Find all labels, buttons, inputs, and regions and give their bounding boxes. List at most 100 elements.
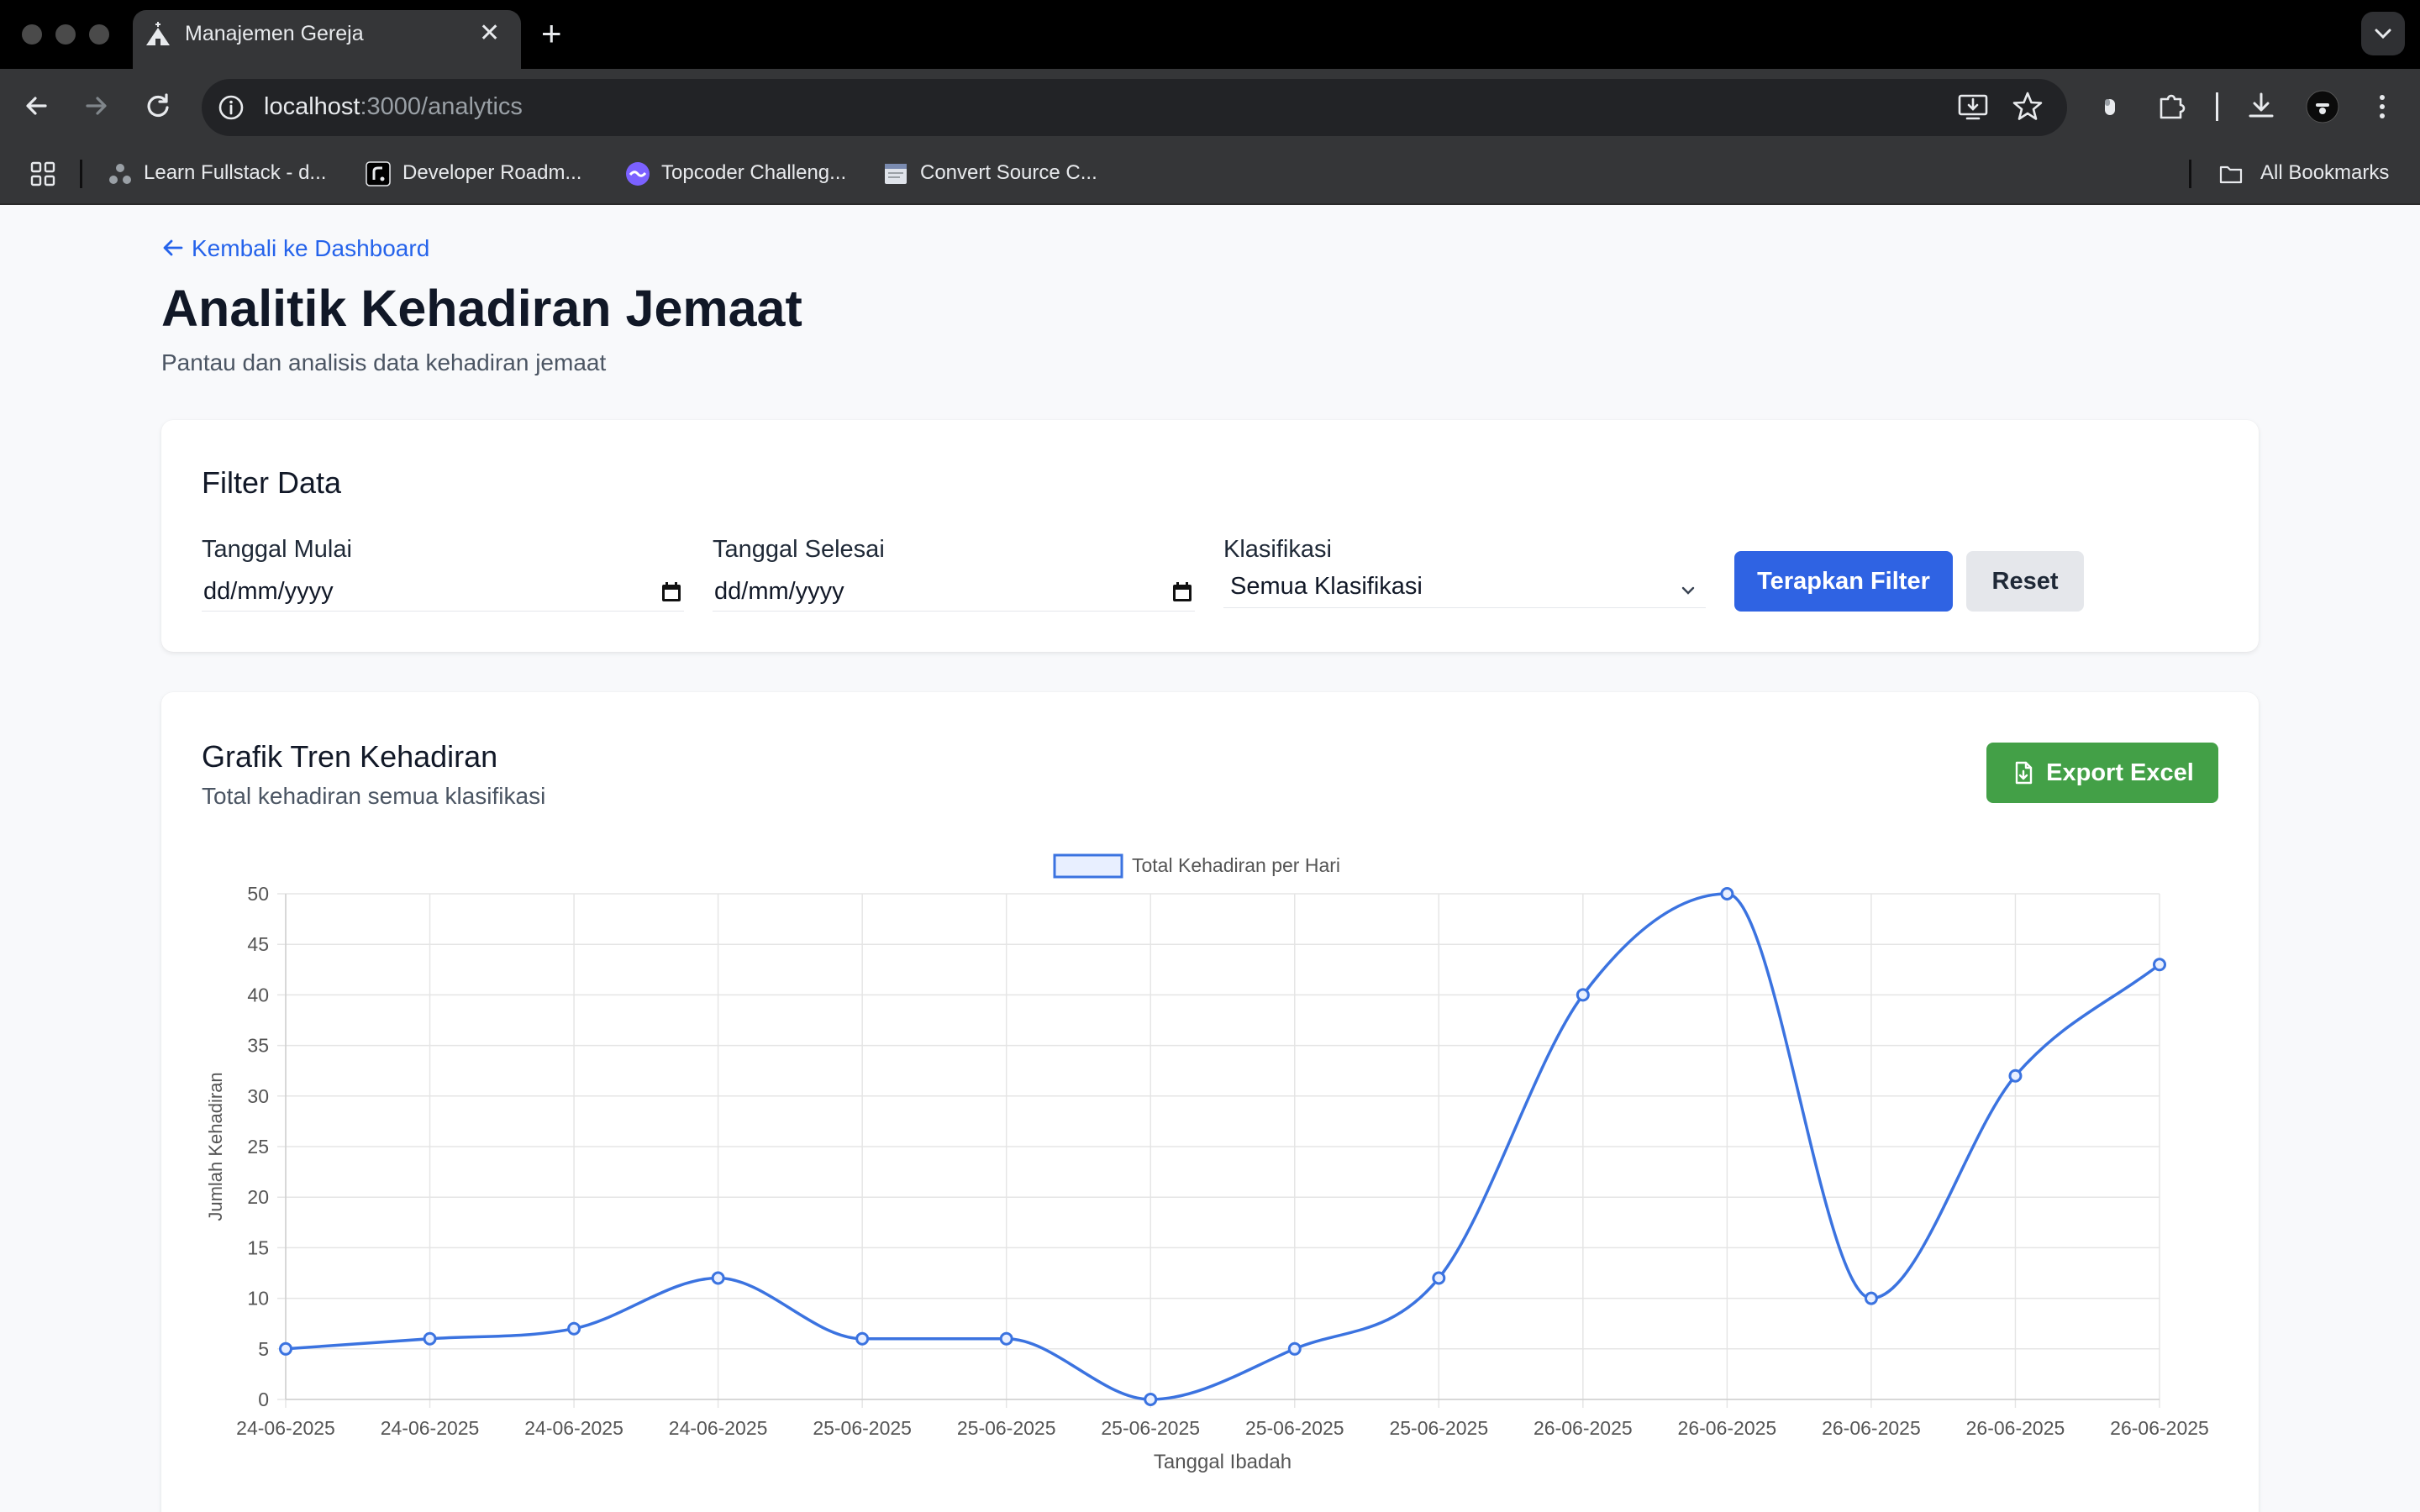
- y-tick-label: 10: [247, 1288, 269, 1310]
- x-tick-label: 25-06-2025: [1245, 1417, 1344, 1439]
- window-minimize-dot[interactable]: [55, 24, 76, 45]
- classification-value: Semua Klasifikasi: [1230, 573, 1423, 600]
- data-point[interactable]: [279, 1341, 292, 1356]
- arrow-left-icon: [163, 239, 183, 256]
- data-point[interactable]: [1432, 1271, 1446, 1285]
- site-info-icon[interactable]: [215, 92, 247, 123]
- export-excel-label: Export Excel: [2046, 759, 2194, 786]
- bookmark-learn-fullstack[interactable]: Learn Fullstack - d...: [144, 161, 326, 185]
- data-point[interactable]: [1720, 887, 1734, 900]
- bookmarks-bar: [0, 144, 2420, 205]
- page-subtitle: Pantau dan analisis data kehadiran jemaa…: [161, 349, 607, 375]
- url-text[interactable]: localhost:3000/analytics: [264, 93, 523, 121]
- start-date-input[interactable]: dd/mm/yyyy: [202, 575, 684, 612]
- extensions-puzzle-icon[interactable]: [2154, 89, 2190, 124]
- bookmark-convert-source[interactable]: Convert Source C...: [920, 161, 1097, 185]
- forward-arrow-icon[interactable]: [74, 84, 118, 128]
- end-date-input[interactable]: dd/mm/yyyy: [713, 575, 1195, 612]
- y-tick-label: 35: [247, 1035, 269, 1057]
- data-point[interactable]: [1864, 1291, 1878, 1305]
- x-tick-label: 26-06-2025: [1966, 1417, 2065, 1439]
- back-link-label: Kembali ke Dashboard: [192, 235, 430, 261]
- chart-title: Grafik Tren Kehadiran: [202, 739, 498, 774]
- all-bookmarks[interactable]: All Bookmarks: [2260, 161, 2389, 185]
- tab-close-icon[interactable]: ✕: [479, 18, 500, 48]
- start-date-label: Tanggal Mulai: [202, 536, 352, 563]
- classification-label: Klasifikasi: [1223, 536, 1332, 563]
- calendar-icon[interactable]: [660, 581, 682, 603]
- x-tick-label: 24-06-2025: [669, 1417, 768, 1439]
- data-point[interactable]: [423, 1331, 437, 1346]
- fullstack-favicon-icon: [109, 164, 131, 184]
- bookmarks-divider: [80, 160, 82, 188]
- x-tick-label: 25-06-2025: [957, 1417, 1056, 1439]
- x-tick-label: 24-06-2025: [236, 1417, 335, 1439]
- browser-tab-strip: Manajemen Gereja ✕ +: [0, 0, 2420, 69]
- x-tick-label: 26-06-2025: [1822, 1417, 1921, 1439]
- file-export-icon: [2015, 761, 2033, 785]
- bookmark-developer-roadmap[interactable]: Developer Roadm...: [402, 161, 581, 185]
- back-arrow-icon[interactable]: [15, 84, 59, 128]
- start-date-value: dd/mm/yyyy: [203, 578, 334, 605]
- bookmarks-divider-right: [2189, 160, 2191, 188]
- chevron-down-icon: [2375, 29, 2391, 39]
- profile-avatar-icon[interactable]: [2305, 89, 2340, 124]
- back-to-dashboard-link[interactable]: Kembali ke Dashboard: [161, 235, 429, 262]
- reset-button[interactable]: Reset: [1966, 551, 2084, 612]
- chart-legend[interactable]: Total Kehadiran per Hari: [1053, 853, 1340, 879]
- data-point[interactable]: [1287, 1341, 1302, 1356]
- data-point[interactable]: [567, 1321, 581, 1336]
- calendar-icon[interactable]: [1171, 581, 1193, 603]
- classification-select[interactable]: Semua Klasifikasi: [1223, 571, 1706, 608]
- star-icon[interactable]: [2010, 89, 2045, 124]
- y-tick-label: 40: [247, 984, 269, 1005]
- more-menu-icon[interactable]: [2365, 89, 2400, 124]
- y-tick-label: 30: [247, 1085, 269, 1107]
- export-excel-button[interactable]: Export Excel: [1986, 743, 2218, 803]
- y-tick-label: 20: [247, 1186, 269, 1208]
- legend-label: Total Kehadiran per Hari: [1132, 854, 1340, 876]
- install-app-icon[interactable]: [1955, 89, 1991, 124]
- toolbar-divider: [2216, 92, 2218, 121]
- y-tick-label: 5: [258, 1338, 269, 1360]
- window-close-dot[interactable]: [22, 24, 42, 45]
- chart-subtitle: Total kehadiran semua klasifikasi: [202, 783, 546, 809]
- x-axis-ticks: 24-06-2025 24-06-2025 24-06-2025 24-06-2025…: [236, 1417, 2209, 1439]
- reload-icon[interactable]: [136, 84, 180, 128]
- y-tick-label: 0: [258, 1389, 269, 1410]
- x-tick-label: 25-06-2025: [813, 1417, 912, 1439]
- data-point[interactable]: [2008, 1068, 2023, 1083]
- legend-swatch: [1053, 853, 1123, 879]
- x-tick-label: 26-06-2025: [1678, 1417, 1777, 1439]
- data-point[interactable]: [711, 1271, 725, 1285]
- filter-card: [161, 420, 2259, 652]
- bookmark-topcoder[interactable]: Topcoder Challeng...: [661, 161, 846, 185]
- x-tick-label: 25-06-2025: [1101, 1417, 1200, 1439]
- topcoder-favicon-icon: [626, 162, 650, 186]
- apps-grid-icon[interactable]: [30, 161, 55, 186]
- data-point[interactable]: [2153, 958, 2166, 972]
- tab-search-button[interactable]: [2361, 12, 2405, 55]
- x-axis-label: Tanggal Ibadah: [1154, 1451, 1292, 1473]
- y-axis-label: Jumlah Kehadiran: [205, 1072, 226, 1221]
- apply-filter-button[interactable]: Terapkan Filter: [1734, 551, 1953, 612]
- data-point[interactable]: [855, 1331, 870, 1346]
- data-point[interactable]: [1144, 1393, 1158, 1406]
- y-axis-ticks: 0 5 10 15 20 25 30 35 40 45 50: [247, 883, 269, 1410]
- download-icon[interactable]: [2244, 89, 2279, 124]
- tab-title: Manajemen Gereja: [185, 22, 364, 45]
- filter-title: Filter Data: [202, 465, 342, 500]
- x-tick-label: 25-06-2025: [1389, 1417, 1488, 1439]
- end-date-value: dd/mm/yyyy: [714, 578, 844, 605]
- extension-mouse-icon[interactable]: [2092, 89, 2128, 124]
- data-point[interactable]: [999, 1331, 1013, 1346]
- end-date-label: Tanggal Selesai: [713, 536, 885, 563]
- y-tick-label: 45: [247, 933, 269, 955]
- new-tab-icon[interactable]: +: [541, 13, 562, 54]
- window-zoom-dot[interactable]: [89, 24, 109, 45]
- attendance-line-chart: 05101520253035404550 24-06-2025 24-06-202…: [205, 853, 2209, 1473]
- x-tick-label: 24-06-2025: [524, 1417, 623, 1439]
- page-title: Analitik Kehadiran Jemaat: [161, 280, 802, 337]
- data-point[interactable]: [1576, 988, 1590, 1002]
- x-tick-label: 24-06-2025: [381, 1417, 480, 1439]
